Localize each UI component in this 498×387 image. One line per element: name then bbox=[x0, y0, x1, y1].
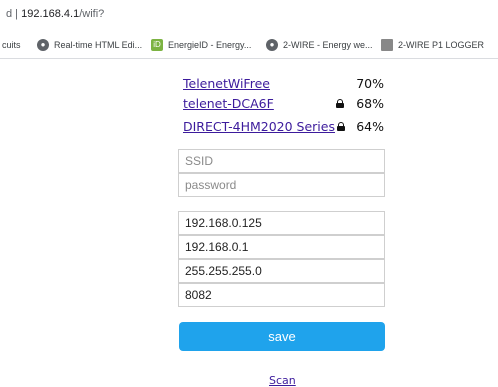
bookmark-2wire-logger[interactable]: 2-WIRE P1 LOGGER bbox=[381, 37, 484, 53]
ip-address-input[interactable] bbox=[178, 211, 385, 235]
network-item: TelenetWiFree 70% bbox=[183, 76, 384, 91]
globe-icon: ● bbox=[266, 39, 278, 51]
password-input[interactable] bbox=[178, 173, 385, 197]
bookmark-label: cuits bbox=[2, 40, 21, 50]
bookmarks-bar: cuits ● Real-time HTML Edi... iD Energie… bbox=[0, 31, 498, 59]
bookmark-2wire-energy[interactable]: ● 2-WIRE - Energy we... bbox=[266, 37, 373, 53]
signal-strength: 68% bbox=[356, 96, 384, 111]
scan-link[interactable]: Scan bbox=[269, 374, 296, 387]
lock-icon bbox=[336, 99, 344, 108]
network-link[interactable]: TelenetWiFree bbox=[183, 76, 270, 91]
bookmark-label: 2-WIRE P1 LOGGER bbox=[398, 40, 485, 50]
bookmark-circuits[interactable]: cuits bbox=[2, 37, 21, 53]
network-item: DIRECT-4HM2020 Series 64% bbox=[183, 119, 384, 134]
gateway-input[interactable] bbox=[178, 235, 385, 259]
signal-strength: 64% bbox=[356, 119, 384, 134]
bookmark-realtime-html[interactable]: ● Real-time HTML Edi... bbox=[37, 37, 142, 53]
subnet-mask-input[interactable] bbox=[178, 259, 385, 283]
url-text[interactable]: d | 192.168.4.1/wifi? bbox=[6, 8, 104, 20]
energieid-icon: iD bbox=[151, 39, 163, 51]
network-link[interactable]: DIRECT-4HM2020 Series bbox=[183, 119, 335, 134]
url-host: 192.168.4.1 bbox=[21, 8, 80, 20]
grid-icon bbox=[381, 39, 393, 51]
lock-icon bbox=[337, 122, 345, 131]
port-input[interactable] bbox=[178, 283, 385, 307]
bookmark-energieid[interactable]: iD EnergieID - Energy... bbox=[151, 37, 251, 53]
bookmark-label: Real-time HTML Edi... bbox=[54, 40, 143, 50]
bookmark-label: 2-WIRE - Energy we... bbox=[283, 40, 373, 50]
url-path: /wifi? bbox=[79, 8, 105, 20]
network-link[interactable]: telenet-DCA6F bbox=[183, 96, 274, 111]
url-prefix: d | bbox=[6, 8, 19, 20]
signal-strength: 70% bbox=[356, 76, 384, 91]
globe-icon: ● bbox=[37, 39, 49, 51]
bookmark-label: EnergieID - Energy... bbox=[168, 40, 252, 50]
ssid-input[interactable] bbox=[178, 149, 385, 173]
save-button[interactable]: save bbox=[179, 322, 385, 351]
address-bar[interactable]: d | 192.168.4.1/wifi? bbox=[0, 0, 498, 32]
network-item: telenet-DCA6F 68% bbox=[183, 96, 384, 111]
